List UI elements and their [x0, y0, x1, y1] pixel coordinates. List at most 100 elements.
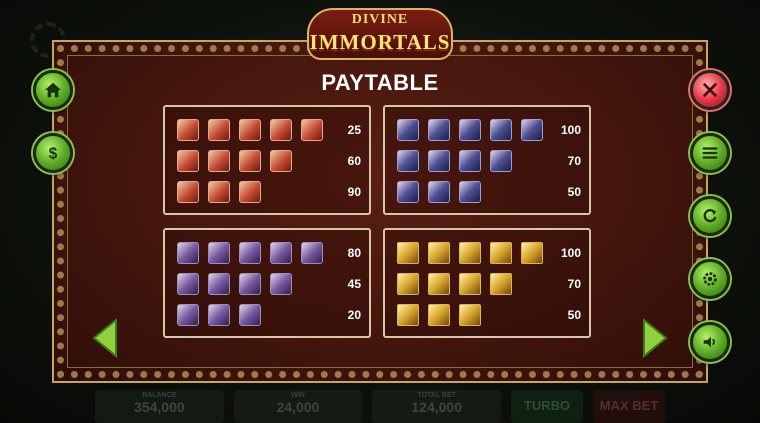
red-immortal-symbol-icon	[270, 150, 292, 172]
balance-display: BALANCE 354,000	[95, 390, 224, 423]
win-value: 24,000	[276, 399, 320, 415]
payout-value: 80	[347, 246, 361, 260]
gold-scroll-symbol-icon	[428, 304, 450, 326]
purple-immortal-symbol-icon	[177, 242, 199, 264]
gold-scroll-symbol-icon	[397, 273, 419, 295]
logo-line-1: DIVINE	[351, 12, 409, 27]
payout-value: 50	[567, 185, 581, 199]
gold-scroll-symbol-icon	[490, 242, 512, 264]
paytable-panel-gold: 100 70 50	[383, 228, 591, 338]
max-bet-button[interactable]: MAX BET	[593, 390, 666, 423]
total-bet-label: TOTAL BET	[417, 392, 456, 399]
purple-immortal-symbol-icon	[177, 273, 199, 295]
red-immortal-symbol-icon	[177, 181, 199, 203]
settings-button[interactable]	[690, 259, 730, 299]
total-bet-display: TOTAL BET 124,000	[372, 390, 502, 423]
payout-value: 100	[560, 246, 581, 260]
refresh-button[interactable]	[690, 196, 730, 236]
blue-immortal-symbol-icon	[459, 181, 481, 203]
payout-row: 80	[177, 242, 363, 266]
payout-value: 50	[567, 308, 581, 322]
gold-scroll-symbol-icon	[459, 242, 481, 264]
sound-icon	[703, 336, 715, 348]
gold-scroll-symbol-icon	[459, 304, 481, 326]
payout-value: 45	[347, 277, 361, 291]
purple-immortal-symbol-icon	[208, 242, 230, 264]
payout-row: 20	[177, 304, 363, 328]
close-button[interactable]	[690, 70, 730, 110]
dollar-icon: $	[49, 145, 58, 162]
blue-immortal-symbol-icon	[428, 181, 450, 203]
payout-row: 100	[397, 119, 583, 143]
payout-row: 25	[177, 119, 363, 143]
purple-immortal-symbol-icon	[301, 242, 323, 264]
paytable-panel-blue: 100 70 50	[383, 105, 591, 215]
balance-value: 354,000	[134, 399, 185, 415]
payout-row: 45	[177, 273, 363, 297]
paytable-panel-purple: 80 45 20	[163, 228, 371, 338]
payout-value: 60	[347, 154, 361, 168]
purple-immortal-symbol-icon	[239, 273, 261, 295]
paytable-panel-red: 25 60 90	[163, 105, 371, 215]
total-bet-value: 124,000	[411, 399, 462, 415]
gold-scroll-symbol-icon	[428, 242, 450, 264]
purple-immortal-symbol-icon	[270, 242, 292, 264]
purple-immortal-symbol-icon	[208, 304, 230, 326]
payout-value: 25	[347, 123, 361, 137]
blue-immortal-symbol-icon	[428, 150, 450, 172]
red-immortal-symbol-icon	[177, 150, 199, 172]
payout-value: 70	[567, 277, 581, 291]
payout-value: 100	[560, 123, 581, 137]
blue-immortal-symbol-icon	[490, 150, 512, 172]
game-logo: DIVINE IMMORTALS	[295, 8, 465, 62]
purple-immortal-symbol-icon	[177, 304, 199, 326]
gold-scroll-symbol-icon	[397, 304, 419, 326]
red-immortal-symbol-icon	[239, 150, 261, 172]
blue-immortal-symbol-icon	[459, 119, 481, 141]
home-icon	[44, 82, 62, 98]
logo-line-2: IMMORTALS	[309, 30, 451, 54]
payout-row: 70	[397, 150, 583, 174]
turbo-button[interactable]: TURBO	[511, 390, 584, 423]
red-immortal-symbol-icon	[239, 181, 261, 203]
next-page-button[interactable]	[642, 318, 668, 358]
purple-immortal-symbol-icon	[208, 273, 230, 295]
blue-immortal-symbol-icon	[428, 119, 450, 141]
payout-row: 100	[397, 242, 583, 266]
payout-row: 60	[177, 150, 363, 174]
gold-scroll-symbol-icon	[490, 273, 512, 295]
sound-button[interactable]	[690, 322, 730, 362]
payout-row: 90	[177, 181, 363, 205]
blue-immortal-symbol-icon	[459, 150, 481, 172]
gold-scroll-symbol-icon	[397, 242, 419, 264]
payout-row: 50	[397, 304, 583, 328]
payout-row: 70	[397, 273, 583, 297]
close-icon	[703, 83, 717, 97]
gold-scroll-symbol-icon	[459, 273, 481, 295]
red-immortal-symbol-icon	[208, 119, 230, 141]
purple-immortal-symbol-icon	[239, 304, 261, 326]
menu-icon	[702, 147, 718, 159]
red-immortal-symbol-icon	[177, 119, 199, 141]
win-label: WIN	[291, 392, 305, 399]
prev-page-button[interactable]	[92, 318, 118, 358]
gold-scroll-symbol-icon	[428, 273, 450, 295]
red-immortal-symbol-icon	[239, 119, 261, 141]
bet-button[interactable]: $	[33, 133, 73, 173]
red-immortal-symbol-icon	[301, 119, 323, 141]
blue-immortal-symbol-icon	[397, 181, 419, 203]
home-button[interactable]	[33, 70, 73, 110]
svg-text:$: $	[49, 145, 58, 162]
blue-immortal-symbol-icon	[521, 119, 543, 141]
red-immortal-symbol-icon	[270, 119, 292, 141]
win-display: WIN 24,000	[233, 390, 363, 423]
page-title: PAYTABLE	[321, 70, 439, 95]
bottom-bar: BALANCE 354,000 WIN 24,000 TOTAL BET 124…	[95, 390, 666, 423]
purple-immortal-symbol-icon	[270, 273, 292, 295]
red-immortal-symbol-icon	[208, 150, 230, 172]
balance-label: BALANCE	[142, 392, 177, 399]
gold-scroll-symbol-icon	[521, 242, 543, 264]
blue-immortal-symbol-icon	[397, 150, 419, 172]
menu-button[interactable]	[690, 133, 730, 173]
payout-value: 20	[347, 308, 361, 322]
